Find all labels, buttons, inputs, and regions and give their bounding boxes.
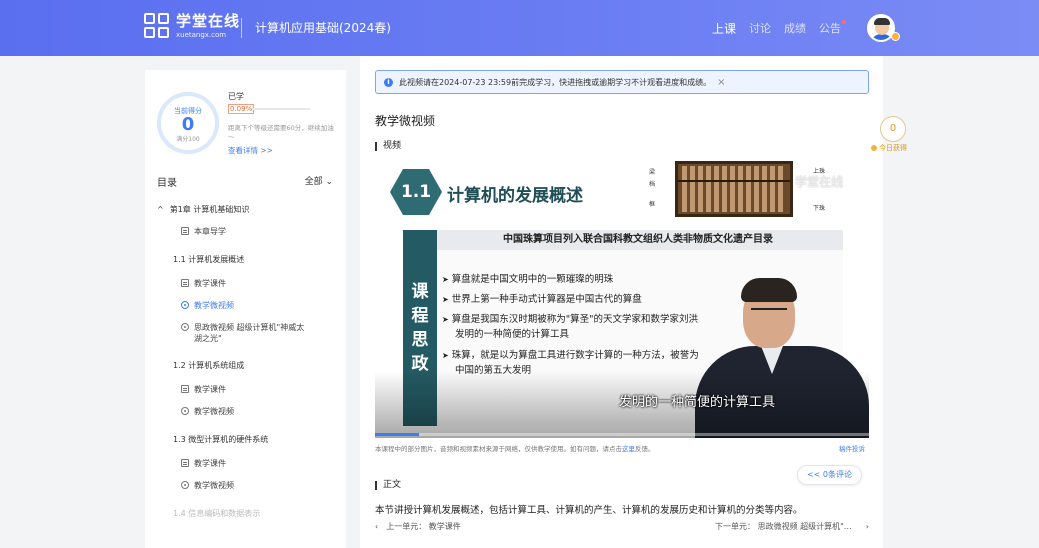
video-player[interactable]: 1.1 计算机的发展概述 梁 档 框 上珠 下珠 学堂在线 中国珠算项目列入联合…: [375, 161, 869, 438]
document-icon: [181, 279, 189, 287]
top-bar: 学堂在线 xuetangx.com 计算机应用基础(2024春) 上课 讨论 成…: [0, 0, 1039, 56]
video-watermark: 学堂在线: [795, 175, 844, 189]
site-logo[interactable]: 学堂在线 xuetangx.com: [144, 13, 240, 39]
slide-title: 计算机的发展概述: [447, 186, 583, 206]
list-fade: [145, 518, 346, 548]
toc-item-ideology-video-cont: 湖之光": [194, 334, 222, 343]
logo-domain: xuetangx.com: [176, 30, 227, 39]
notice-text: 此视频请在2024-07-23 23:59前完成学习，快进拖拽或逾期学习不计观看…: [399, 77, 712, 87]
header-divider: [241, 18, 242, 38]
learned-percent: 0.09%: [228, 104, 255, 114]
video-icon: [181, 407, 189, 415]
video-icon: [181, 323, 189, 331]
report-link[interactable]: 稿件投诉: [839, 443, 865, 453]
toc-item-courseware[interactable]: 教学课件: [181, 458, 226, 469]
chevron-right-icon: ›: [865, 522, 869, 531]
video-progress-fill: [375, 433, 420, 436]
toc-filter-dropdown[interactable]: 全部 ⌄: [305, 174, 333, 187]
body-heading: 正文: [375, 481, 401, 490]
prev-unit-link[interactable]: ‹ 上一单元： 教学课件: [375, 521, 461, 532]
logo-title: 学堂在线: [176, 11, 241, 30]
feedback-link[interactable]: 这里: [622, 445, 635, 453]
chevron-left-icon: ‹: [375, 522, 379, 531]
video-icon: [181, 301, 189, 309]
nav-discussion[interactable]: 讨论: [749, 20, 771, 37]
toc-item-micro-video[interactable]: 教学微视频: [181, 406, 234, 417]
slide-bullet: 算盘就是中国文明中的一颗璀璨的明珠: [452, 272, 705, 287]
video-icon: [181, 481, 189, 489]
learned-progress-bar: [252, 108, 310, 110]
toc-item-ideology-video[interactable]: 思政微视频 超级计算机"神威太: [181, 322, 304, 333]
today-score: 0: [880, 116, 906, 142]
toc-item-chapter-guide[interactable]: 本章导学: [181, 226, 226, 237]
document-icon: [181, 227, 189, 235]
avatar-badge-icon: [891, 32, 900, 41]
comments-button[interactable]: << 0条评论: [797, 465, 862, 485]
close-icon[interactable]: ×: [717, 77, 725, 88]
next-unit-link[interactable]: 下一单元： 思政微视频 超级计算机"… ›: [715, 521, 869, 532]
chevron-down-icon: ⌄: [325, 177, 333, 187]
video-progress-bar[interactable]: [375, 433, 869, 436]
document-icon: [181, 385, 189, 393]
abacus-label: 下珠: [813, 205, 826, 212]
course-title: 计算机应用基础(2024春): [255, 21, 391, 35]
slide-bullet: 算盘是我国东汉时期被称为"算圣"的天文学家和数学家刘洪发明的一种简便的计算工具: [452, 312, 705, 342]
learned-label: 已学: [228, 92, 244, 101]
chevron-up-icon: ^: [157, 205, 164, 214]
toc-title: 目录: [157, 178, 177, 189]
level-tip: 距离下个等级还需要60分，继续加油～: [228, 124, 334, 141]
abacus-label: 档: [649, 181, 656, 188]
video-heading: 视频: [375, 142, 401, 151]
abacus-label: 框: [649, 201, 656, 208]
toc-chapter-1[interactable]: ^ 第1章 计算机基础知识: [157, 204, 249, 215]
toc-item-courseware[interactable]: 教学课件: [181, 278, 226, 289]
body-text: 本节讲授计算机发展概述，包括计算工具、计算机的产生、计算机的发展历史和计算机的分…: [375, 505, 803, 516]
info-icon: i: [384, 77, 393, 87]
deadline-notice: i 此视频请在2024-07-23 23:59前完成学习，快进拖拽或逾期学习不计…: [375, 70, 869, 94]
toc-header: 目录 全部 ⌄: [157, 174, 333, 189]
nav-grades[interactable]: 成绩: [784, 20, 806, 37]
current-score: 0: [181, 114, 195, 135]
toc-item-courseware[interactable]: 教学课件: [181, 384, 226, 395]
nav-announcements[interactable]: 公告: [819, 20, 847, 37]
toc-section-1-3[interactable]: 1.3 微型计算机的硬件系统: [173, 434, 268, 445]
toc-item-micro-video[interactable]: 教学微视频: [181, 480, 234, 491]
toc-item-micro-video-active[interactable]: 教学微视频: [181, 300, 234, 311]
slide-heading: 中国珠算项目列入联合国科教文组织人类非物质文化遗产目录: [403, 230, 843, 250]
left-panel: 当前得分 0 满分100 已学 0.09% 距离下个等级还需要60分，继续加油～…: [145, 70, 346, 548]
abacus-label: 梁: [649, 169, 656, 176]
nav-class[interactable]: 上课: [712, 20, 736, 37]
toc-section-1-1[interactable]: 1.1 计算机发展概述: [173, 254, 244, 265]
abacus-image: [675, 161, 793, 217]
logo-icon: [144, 13, 170, 39]
page-title: 教学微视频: [375, 114, 436, 128]
copyright-disclaimer: 本课程中的部分图片，音频和视频素材来源于网络，仅供教学使用。如有问题，请点击这里…: [375, 445, 655, 453]
today-earned-label: 今日获得: [871, 143, 907, 153]
video-subtitle: 发明的一种简便的计算工具: [618, 395, 775, 410]
full-score: 满分100: [176, 136, 200, 143]
toc-section-1-2[interactable]: 1.2 计算机系统组成: [173, 360, 244, 371]
view-detail-link[interactable]: 查看详情 >>: [228, 145, 273, 156]
score-ring: 当前得分 0 满分100: [157, 92, 219, 154]
main-nav: 上课 讨论 成绩 公告: [712, 20, 847, 37]
slide-number-badge: 1.1: [390, 169, 442, 215]
document-icon: [181, 459, 189, 467]
slide-bullet: 世界上第一种手动式计算器是中国古代的算盘: [452, 292, 705, 307]
